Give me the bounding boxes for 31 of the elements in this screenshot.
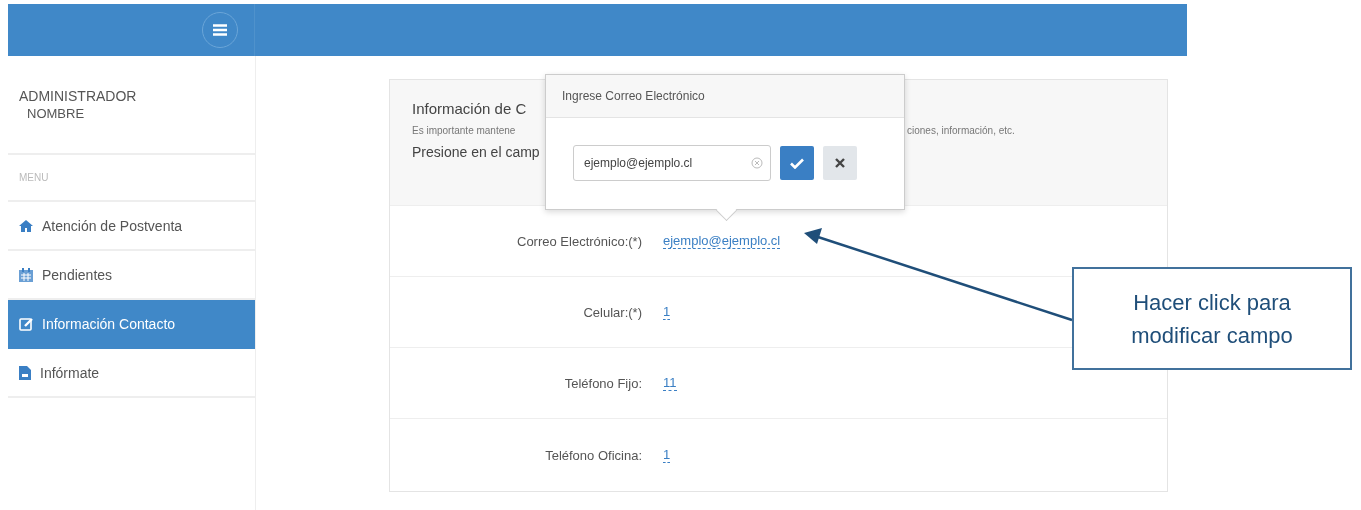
editable-value-link[interactable]: 1 (663, 304, 671, 320)
card-title: Información de C (412, 100, 528, 117)
field-label: Correo Electrónico:(*) (516, 233, 642, 249)
calendar-icon (19, 267, 33, 282)
sidebar-item[interactable]: Infórmate (8, 349, 255, 398)
card-description: ciones, información, etc. (907, 125, 1015, 136)
annotation-callout: Hacer click para modificar campo (1072, 267, 1352, 370)
editable-value-link[interactable]: 11 (663, 375, 677, 391)
confirm-button[interactable] (780, 146, 814, 180)
clear-icon[interactable] (751, 157, 763, 169)
document-icon (19, 365, 31, 380)
editable-value-link[interactable]: ejemplo@ejemplo.cl (663, 233, 781, 249)
check-icon (790, 157, 804, 169)
field-label: Teléfono Oficina: (544, 447, 642, 463)
home-icon (19, 219, 33, 232)
editable-value-link[interactable]: 1 (663, 447, 671, 463)
sidebar-item[interactable]: Información Contacto (8, 300, 255, 349)
cancel-button[interactable] (823, 146, 857, 180)
sidebar-item[interactable]: Atención de Postventa (8, 202, 255, 251)
user-name: NOMBRE (26, 106, 85, 121)
menu-icon (213, 24, 227, 36)
card-description: Es importante mantene (412, 125, 517, 136)
user-role: ADMINISTRADOR (19, 88, 137, 104)
menu-heading: MENU (19, 172, 49, 183)
field-label: Teléfono Fijo: (563, 375, 642, 391)
edit-icon (19, 316, 33, 331)
email-input-field[interactable]: ejemplo@ejemplo.cl (573, 145, 771, 181)
card-instruction: Presione en el camp (412, 144, 541, 160)
close-icon (835, 158, 845, 168)
field-label: Celular:(*) (582, 304, 642, 320)
popover-title: Ingrese Correo Electrónico (546, 75, 904, 118)
